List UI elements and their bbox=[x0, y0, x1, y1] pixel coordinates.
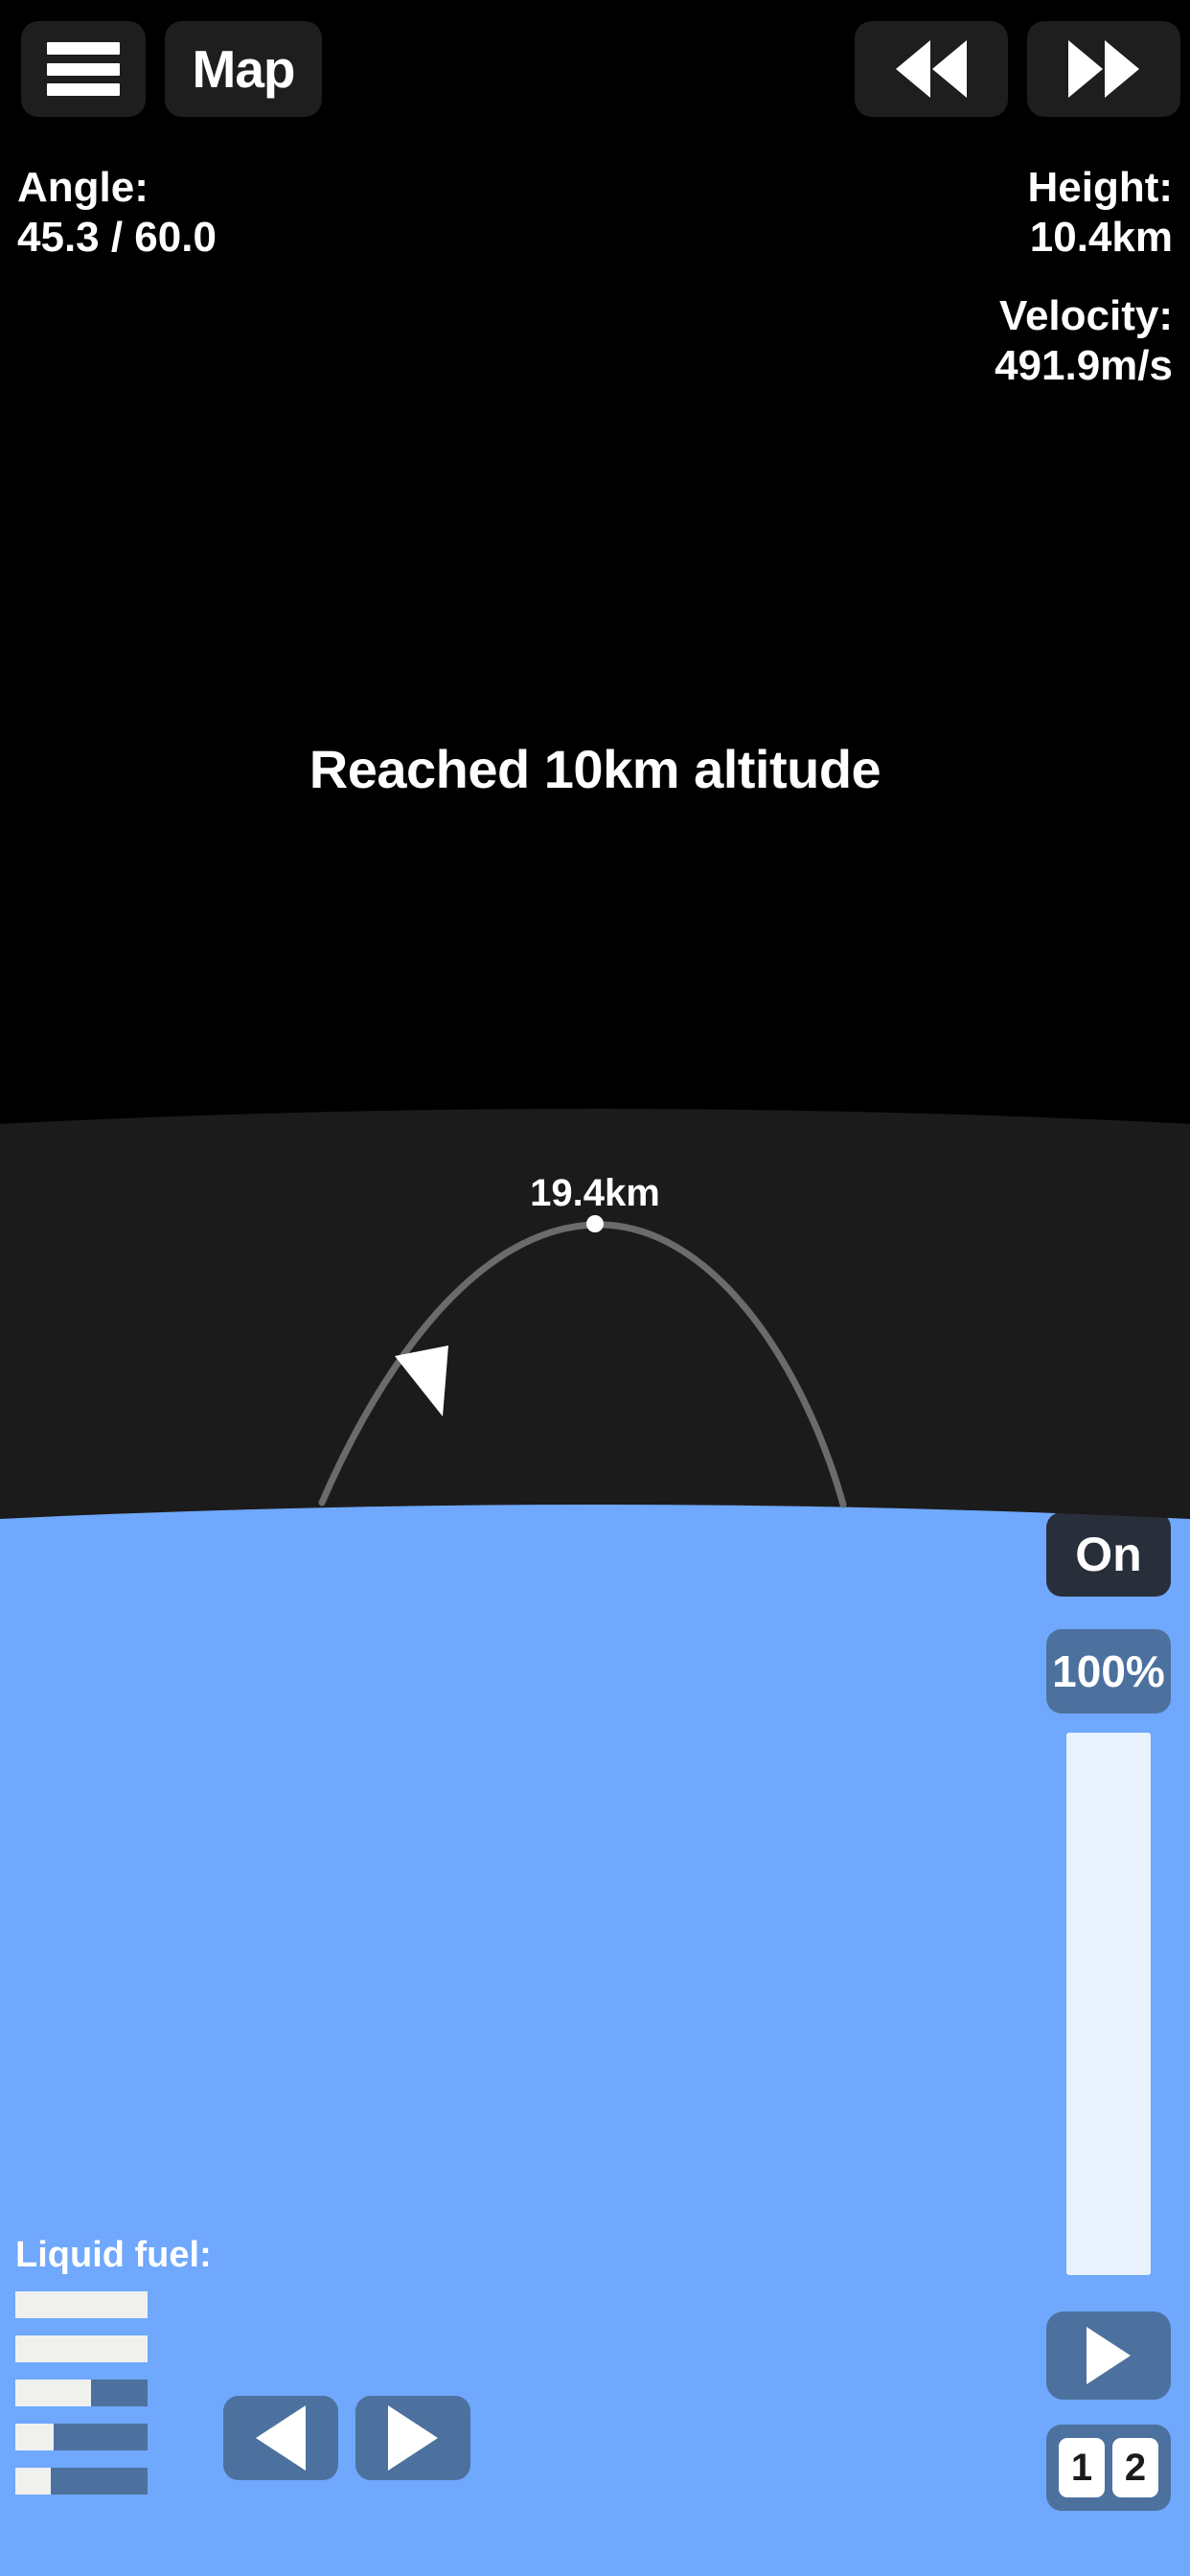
stage-chip-1[interactable]: 1 bbox=[1059, 2438, 1105, 2497]
menu-button[interactable] bbox=[21, 21, 146, 117]
height-value: 10.4km bbox=[1029, 213, 1173, 261]
liquid-fuel-bar-4-fill bbox=[15, 2424, 55, 2450]
apoapsis-altitude-label: 19.4km bbox=[530, 1172, 660, 1214]
top-control-bar: Map bbox=[0, 0, 1190, 144]
map-button-label: Map bbox=[192, 38, 296, 99]
velocity-label: Velocity: bbox=[999, 291, 1173, 339]
rewind-double-triangle-icon bbox=[896, 40, 967, 98]
map-button[interactable]: Map bbox=[165, 21, 322, 117]
rotate-left-button[interactable] bbox=[223, 2396, 338, 2480]
hamburger-menu-icon bbox=[47, 42, 120, 96]
velocity-readout: Velocity: 491.9m/s bbox=[995, 291, 1173, 391]
liquid-fuel-bar-3-fill bbox=[15, 2380, 91, 2406]
rotate-right-triangle-icon bbox=[388, 2405, 438, 2471]
liquid-fuel-bar-1-fill bbox=[15, 2291, 148, 2318]
liquid-fuel-bar-5 bbox=[15, 2468, 148, 2495]
throttle-slider-fill bbox=[1066, 1733, 1151, 2275]
time-warp-button[interactable] bbox=[1027, 21, 1180, 117]
flight-readout: Height: 10.4km Velocity: 491.9m/s bbox=[995, 163, 1173, 391]
throttle-percent-label: 100% bbox=[1052, 1646, 1165, 1696]
play-triangle-icon bbox=[1087, 2327, 1131, 2384]
liquid-fuel-bar-4 bbox=[15, 2424, 148, 2450]
angle-readout: Angle: 45.3 / 60.0 bbox=[17, 163, 217, 263]
liquid-fuel-bar-2-fill bbox=[15, 2335, 148, 2362]
liquid-fuel-bar-5-fill bbox=[15, 2468, 52, 2495]
liquid-fuel-bar-3 bbox=[15, 2380, 148, 2406]
throttle-percent-button[interactable]: 100% bbox=[1046, 1629, 1171, 1714]
liquid-fuel-bar-1 bbox=[15, 2291, 148, 2318]
angle-value: 45.3 / 60.0 bbox=[17, 213, 217, 261]
stage-activate-button[interactable] bbox=[1046, 2312, 1171, 2400]
engine-toggle-label: On bbox=[1075, 1528, 1142, 1581]
stage-chip-2[interactable]: 2 bbox=[1112, 2438, 1158, 2497]
rotate-right-button[interactable] bbox=[355, 2396, 470, 2480]
height-readout: Height: 10.4km bbox=[995, 163, 1173, 263]
time-rewind-button[interactable] bbox=[855, 21, 1008, 117]
status-message: Reached 10km altitude bbox=[309, 739, 881, 799]
liquid-fuel-bar-2 bbox=[15, 2335, 148, 2362]
angle-label: Angle: bbox=[17, 164, 149, 211]
height-label: Height: bbox=[1027, 164, 1173, 211]
rotate-left-triangle-icon bbox=[256, 2405, 306, 2471]
engine-toggle-button[interactable]: On bbox=[1046, 1512, 1171, 1597]
fast-forward-double-triangle-icon bbox=[1068, 40, 1139, 98]
stage-list[interactable]: 1 2 bbox=[1046, 2425, 1171, 2511]
liquid-fuel-title: Liquid fuel: bbox=[15, 2235, 212, 2275]
velocity-value: 491.9m/s bbox=[995, 341, 1173, 389]
throttle-slider[interactable] bbox=[1066, 1733, 1151, 2275]
